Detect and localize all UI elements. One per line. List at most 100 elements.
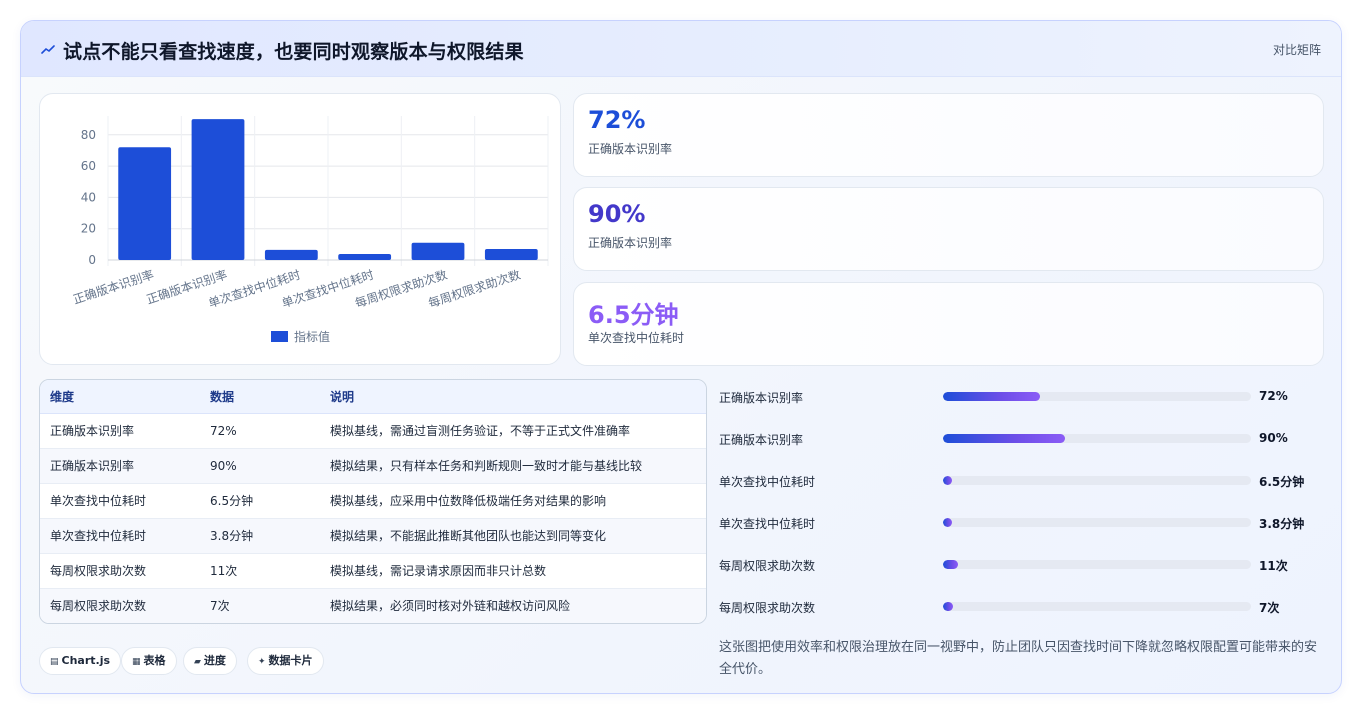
table-cell: 模拟基线，需通过盲测任务验证，不等于正式文件准确率 <box>320 413 706 449</box>
y-tick-label: 40 <box>81 190 96 204</box>
table-cell: 90% <box>200 448 320 484</box>
table-row: 单次查找中位耗时 3.8分钟 模拟结果，不能据此推断其他团队也能达到同等变化 <box>40 518 706 554</box>
progress-row: 每周权限求助次数 11次 <box>719 553 1319 595</box>
summary-note: 这张图把使用效率和权限治理放在同一视野中，防止团队只因查找时间下降就忽略权限配置… <box>719 640 1318 677</box>
progress-row: 单次查找中位耗时 6.5分钟 <box>719 469 1319 511</box>
progress-fill <box>943 602 953 611</box>
y-tick-label: 60 <box>81 159 96 173</box>
kpi-card: 6.5分钟 单次查找中位耗时 <box>573 282 1324 366</box>
table-cell: 6.5分钟 <box>200 483 320 519</box>
progress-track <box>943 434 1251 443</box>
progress-track <box>943 392 1251 401</box>
progress-row: 每周权限求助次数 7次 <box>719 595 1319 637</box>
table-header-row: 维度 数据 说明 <box>40 380 706 414</box>
y-tick-label: 80 <box>81 128 96 142</box>
progress-track <box>943 560 1251 569</box>
kpi-value: 6.5分钟 <box>588 301 679 329</box>
progress-fill <box>943 560 958 569</box>
kpi-label: 正确版本识别率 <box>588 236 673 250</box>
table-cell: 正确版本识别率 <box>40 448 200 484</box>
bar-chart-card: 0 20 40 60 80 正确版本识别率 正确版本识别率 单次查找中位耗时 单次查找中位耗时每… <box>39 93 561 365</box>
kpi-value: 72% <box>588 106 646 134</box>
table-cell: 72% <box>200 413 320 449</box>
table-row: 正确版本识别率 90% 模拟结果，只有样本任务和判断规则一致时才能与基线比较 <box>40 448 706 484</box>
table-cell: 模拟结果，不能据此推断其他团队也能达到同等变化 <box>320 518 706 554</box>
legend-label: 指标值 <box>294 329 330 344</box>
kpi-value: 90% <box>588 200 646 228</box>
progress-value: 3.8分钟 <box>1259 517 1305 531</box>
bar <box>264 249 318 260</box>
table-row: 每周权限求助次数 7次 模拟结果，必须同时核对外链和越权访问风险 <box>40 588 706 623</box>
page-title: 试点不能只看查找速度，也要同时观察版本与权限结果 <box>63 41 524 63</box>
kpi-card: 90% 正确版本识别率 <box>573 187 1324 271</box>
progress-label: 单次查找中位耗时 <box>719 475 816 489</box>
progress-fill <box>943 392 1041 401</box>
progress-row: 正确版本识别率 72% <box>719 385 1319 427</box>
trend-icon <box>41 45 55 54</box>
table-cell: 正确版本识别率 <box>40 413 200 449</box>
progress-value: 90% <box>1259 431 1288 445</box>
progress-value: 7次 <box>1259 601 1280 615</box>
table-row: 单次查找中位耗时 6.5分钟 模拟基线，应采用中位数降低极端任务对结果的影响 <box>40 483 706 519</box>
bar <box>191 119 245 260</box>
bar <box>118 147 172 260</box>
y-tick-label: 20 <box>81 222 96 236</box>
progress-label: 每周权限求助次数 <box>719 601 816 615</box>
table-cell: 11次 <box>200 553 320 589</box>
table-cell: 模拟基线，应采用中位数降低极端任务对结果的影响 <box>320 483 706 519</box>
table-cell: 每周权限求助次数 <box>40 553 200 589</box>
table-cell: 单次查找中位耗时 <box>40 518 200 554</box>
column-header: 维度 <box>40 380 200 414</box>
progress-label: 每周权限求助次数 <box>719 559 816 573</box>
table-cell: 单次查找中位耗时 <box>40 483 200 519</box>
kpi-label: 正确版本识别率 <box>588 142 673 156</box>
table-row: 每周权限求助次数 11次 模拟基线，需记录请求原因而非只计总数 <box>40 553 706 589</box>
progress-icon: ▰ <box>194 657 201 667</box>
progress-fill <box>943 476 952 485</box>
progress-track <box>943 518 1251 527</box>
chip-label: Chart.js <box>61 654 111 667</box>
progress-label: 正确版本识别率 <box>719 391 804 405</box>
progress-row: 单次查找中位耗时 3.8分钟 <box>719 511 1319 553</box>
y-tick-label: 0 <box>88 253 96 267</box>
progress-row: 正确版本识别率 90% <box>719 427 1319 469</box>
column-header: 说明 <box>320 380 706 414</box>
column-header: 数据 <box>200 380 320 414</box>
progress-label: 正确版本识别率 <box>719 433 804 447</box>
kpi-label: 单次查找中位耗时 <box>588 331 685 345</box>
table-cell: 3.8分钟 <box>200 518 320 554</box>
chip-chartjs[interactable]: ▤ Chart.js <box>39 647 122 675</box>
progress-value: 72% <box>1259 389 1288 403</box>
data-table-card: 维度 数据 说明 正确版本识别率 72% 模拟基线，需通过盲测任务验证，不等于正… <box>39 379 707 624</box>
bar <box>484 249 538 260</box>
table-icon: ▦ <box>132 657 141 667</box>
sparkle-icon: ✦ <box>258 657 266 667</box>
progress-value: 11次 <box>1259 559 1288 573</box>
table-cell: 模拟基线，需记录请求原因而非只计总数 <box>320 553 706 589</box>
chip-data-cards[interactable]: ✦ 数据卡片 <box>247 647 324 675</box>
progress-label: 单次查找中位耗时 <box>719 517 816 531</box>
header: 试点不能只看查找速度，也要同时观察版本与权限结果 对比矩阵 <box>21 21 1341 77</box>
chart-icon: ▤ <box>50 657 59 667</box>
legend-swatch <box>271 331 288 342</box>
chip-table[interactable]: ▦ 表格 <box>121 647 177 675</box>
x-tick-label: 正确版本识别率 <box>71 267 156 307</box>
chip-progress[interactable]: ▰ 进度 <box>183 647 237 675</box>
progress-value: 6.5分钟 <box>1259 475 1305 489</box>
progress-fill <box>943 434 1065 443</box>
table-cell: 模拟结果，必须同时核对外链和越权访问风险 <box>320 588 706 623</box>
chip-label: 数据卡片 <box>268 654 313 667</box>
bar <box>338 254 392 260</box>
bar-chart: 020406080正确版本识别率正确版本识别率单次查找中位耗时单次查找中位耗时每… <box>71 116 549 344</box>
table-cell: 7次 <box>200 588 320 623</box>
chip-label: 进度 <box>203 654 226 667</box>
progress-list: 正确版本识别率 72% 正确版本识别率 90% 单次查找中位耗时 6.5分钟 单… <box>719 385 1319 637</box>
kpi-card: 72% 正确版本识别率 <box>573 93 1324 177</box>
table-row: 正确版本识别率 72% 模拟基线，需通过盲测任务验证，不等于正式文件准确率 <box>40 413 706 449</box>
view-mode-label[interactable]: 对比矩阵 <box>1273 41 1321 58</box>
table-cell: 模拟结果，只有样本任务和判断规则一致时才能与基线比较 <box>320 448 706 484</box>
bar <box>411 242 465 260</box>
progress-fill <box>943 518 952 527</box>
progress-track <box>943 602 1251 611</box>
table-cell: 每周权限求助次数 <box>40 588 200 623</box>
